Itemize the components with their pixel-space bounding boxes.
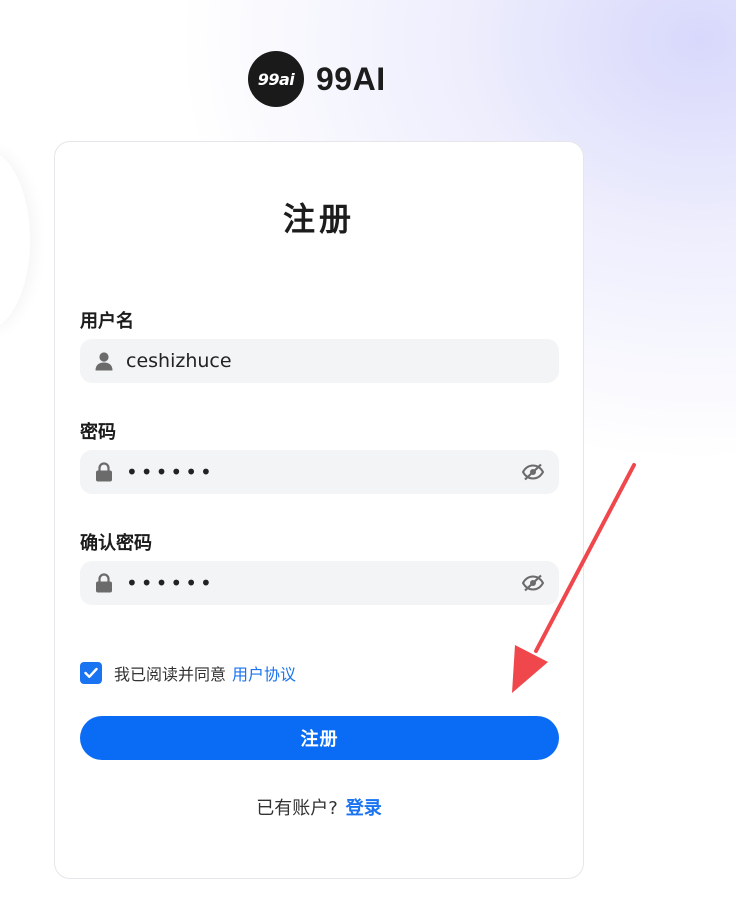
eye-off-icon[interactable]	[521, 460, 545, 484]
confirm-password-field[interactable]: ••••••	[80, 561, 559, 605]
agreement-checkbox[interactable]	[80, 662, 102, 684]
eye-off-icon[interactable]	[521, 571, 545, 595]
confirm-password-label: 确认密码	[80, 533, 152, 554]
register-card: 注册 用户名 ceshizhuce 密码 •••••• 确认密码 •••••• …	[54, 141, 584, 879]
login-prompt: 已有账户?	[256, 798, 338, 819]
username-value[interactable]: ceshizhuce	[126, 350, 545, 372]
lock-icon	[94, 462, 114, 482]
register-button[interactable]: 注册	[80, 716, 559, 760]
login-link[interactable]: 登录	[346, 798, 382, 819]
agreement-row: 我已阅读并同意 用户协议	[80, 661, 296, 685]
brand-logo: 99ai	[248, 51, 304, 107]
password-field[interactable]: ••••••	[80, 450, 559, 494]
username-field[interactable]: ceshizhuce	[80, 339, 559, 383]
username-label: 用户名	[80, 311, 134, 332]
brand-header: 99ai 99AI	[248, 51, 386, 107]
agreement-text: 我已阅读并同意	[114, 665, 227, 684]
password-label: 密码	[80, 422, 116, 443]
login-row: 已有账户? 登录	[55, 794, 583, 820]
background-arc	[0, 150, 30, 330]
brand-name: 99AI	[316, 60, 386, 97]
user-agreement-link[interactable]: 用户协议	[232, 661, 296, 685]
check-icon	[84, 667, 98, 678]
lock-icon	[94, 573, 114, 593]
confirm-password-value[interactable]: ••••••	[126, 571, 521, 595]
password-value[interactable]: ••••••	[126, 460, 521, 484]
brand-logo-text: 99ai	[257, 69, 295, 89]
page-title: 注册	[282, 200, 355, 238]
user-icon	[94, 351, 114, 371]
